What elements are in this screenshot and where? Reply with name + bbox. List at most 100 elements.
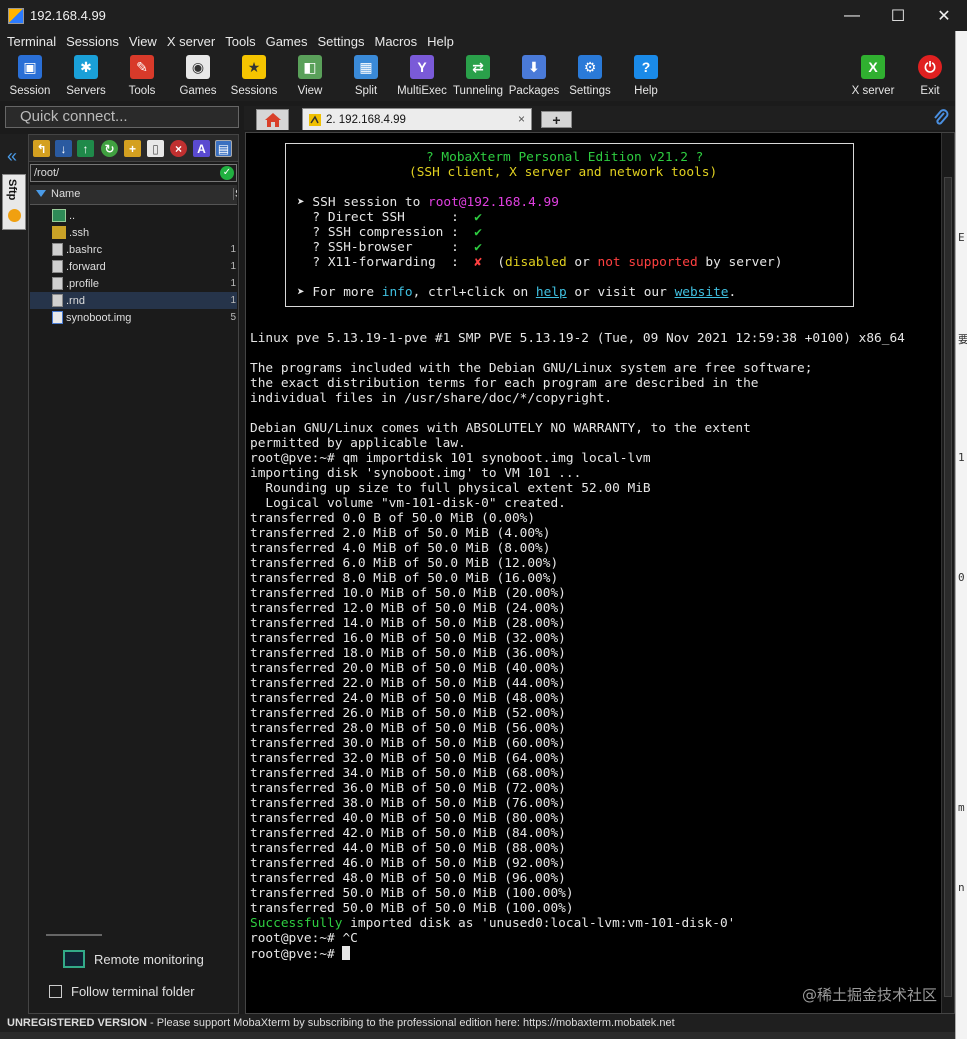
menu-games[interactable]: Games	[262, 34, 312, 49]
banner-info-line: ➤ For more info, ctrl+click on help or v…	[297, 285, 737, 300]
file-size: 1	[230, 278, 236, 289]
menu-settings[interactable]: Settings	[314, 34, 369, 49]
terminal-view[interactable]: ? MobaXterm Personal Edition v21.2 ? (SSH…	[245, 132, 955, 1014]
terminal-line: transferred 30.0 MiB of 50.0 MiB (60.00%…	[250, 736, 566, 751]
terminal-line: transferred 46.0 MiB of 50.0 MiB (92.00%…	[250, 856, 566, 871]
new-file-icon[interactable]: ▯	[147, 140, 164, 157]
delete-icon[interactable]: ×	[170, 140, 187, 157]
file-row[interactable]: .forward 1	[30, 258, 237, 275]
file-row[interactable]: .ssh	[30, 224, 237, 241]
remote-monitoring-button[interactable]: Remote monitoring	[63, 950, 204, 968]
close-button[interactable]: ✕	[921, 0, 967, 31]
toolbar-split-button[interactable]: ▦ Split	[338, 52, 394, 100]
toolbar-label: Sessions	[230, 85, 278, 97]
toolbar-tools-button[interactable]: ✎ Tools	[114, 52, 170, 100]
terminal-line: The programs included with the Debian GN…	[250, 361, 813, 376]
terminal-line: importing disk 'synoboot.img' to VM 101 …	[250, 466, 582, 481]
menu-help[interactable]: Help	[423, 34, 458, 49]
quick-connect-input[interactable]: Quick connect...	[5, 106, 239, 128]
file-size: 1	[230, 295, 236, 306]
file-list: .. .ssh .bashrc 1 .forward 1 .profile 1 .rnd 1 syn…	[30, 207, 237, 326]
toolbar-multiexec-button[interactable]: Y MultiExec	[394, 52, 450, 100]
upload-icon[interactable]: ↑	[77, 140, 94, 157]
follow-terminal-folder-checkbox[interactable]	[49, 985, 62, 998]
terminal-line: transferred 0.0 B of 50.0 MiB (0.00%)	[250, 511, 536, 526]
terminal-line: transferred 24.0 MiB of 50.0 MiB (48.00%…	[250, 691, 566, 706]
terminal-line: permitted by applicable law.	[250, 436, 466, 451]
toolbar-view-button[interactable]: ◧ View	[282, 52, 338, 100]
scrollbar-thumb[interactable]	[944, 177, 952, 997]
toolbar-exit-button[interactable]: ⏻ Exit	[902, 52, 958, 100]
tab-close-icon[interactable]: ×	[518, 112, 525, 126]
column-name[interactable]: Name	[51, 188, 80, 200]
new-tab-button[interactable]: +	[541, 111, 572, 128]
file-name: .rnd	[66, 294, 85, 307]
terminal-line: transferred 6.0 MiB of 50.0 MiB (12.00%)	[250, 556, 559, 571]
paperclip-icon[interactable]	[933, 109, 949, 132]
terminal-line: Linux pve 5.13.19-1-pve #1 SMP PVE 5.13.…	[250, 331, 905, 346]
terminal-line: transferred 38.0 MiB of 50.0 MiB (76.00%…	[250, 796, 566, 811]
background-text-fragment: 0	[958, 571, 965, 584]
toolbar-packages-button[interactable]: ⬇ Packages	[506, 52, 562, 100]
bottom-edge	[0, 1032, 955, 1039]
sort-arrow-icon[interactable]	[36, 190, 46, 197]
terminal-line: transferred 36.0 MiB of 50.0 MiB (72.00%…	[250, 781, 566, 796]
session-tabs-bar: 2. 192.168.4.99 × +	[244, 106, 955, 130]
collapse-sidebar-icon[interactable]: «	[7, 146, 17, 167]
toolbar-settings-button[interactable]: ⚙ Settings	[562, 52, 618, 100]
toolbar-x-server-button[interactable]: X X server	[845, 52, 901, 100]
new-folder-icon[interactable]: +	[124, 140, 141, 157]
sftp-orb-icon	[8, 209, 21, 222]
image-file-icon	[52, 311, 63, 324]
terminal-line: transferred 48.0 MiB of 50.0 MiB (96.00%…	[250, 871, 566, 886]
file-row[interactable]: .bashrc 1	[30, 241, 237, 258]
toolbar-games-button[interactable]: ◉ Games	[170, 52, 226, 100]
minimize-button[interactable]: —	[829, 0, 875, 31]
view-icon: ◧	[298, 55, 322, 79]
background-text-fragment: n	[958, 881, 965, 894]
menu-macros[interactable]: Macros	[370, 34, 421, 49]
maximize-button[interactable]: ☐	[875, 0, 921, 31]
banner-ssh-session: ➤ SSH session to root@192.168.4.99	[297, 195, 559, 210]
terminal-prompt-line: root@pve:~# ^C	[250, 931, 358, 946]
home-tab[interactable]	[256, 109, 289, 130]
terminal-line: transferred 26.0 MiB of 50.0 MiB (52.00%…	[250, 706, 566, 721]
file-name: .ssh	[69, 226, 90, 239]
toolbar-sessions-button[interactable]: ★ Sessions	[226, 52, 282, 100]
banner-check-line: ? SSH-browser : ✔	[297, 240, 482, 255]
menu-bar: Terminal Sessions View X server Tools Ga…	[0, 31, 955, 51]
parent-dir-icon	[52, 209, 66, 222]
tab-session-192-168-4-99[interactable]: 2. 192.168.4.99 ×	[302, 108, 532, 130]
toolbar-session-button[interactable]: ▣ Session	[2, 52, 58, 100]
follow-terminal-folder-toggle[interactable]: Follow terminal folder	[49, 984, 195, 999]
menu-view[interactable]: View	[125, 34, 161, 49]
refresh-icon[interactable]: ↻	[101, 140, 118, 157]
terminal-line: transferred 12.0 MiB of 50.0 MiB (24.00%…	[250, 601, 566, 616]
column-size[interactable]: S	[233, 188, 237, 200]
terminal-line: transferred 8.0 MiB of 50.0 MiB (16.00%)	[250, 571, 559, 586]
file-row[interactable]: synoboot.img 5	[30, 309, 237, 326]
menu-terminal[interactable]: Terminal	[3, 34, 60, 49]
sftp-path-input[interactable]: /root/ ✓	[30, 164, 237, 182]
file-row[interactable]: .rnd 1	[30, 292, 237, 309]
terminal-scrollbar[interactable]	[941, 133, 954, 1013]
path-ok-icon[interactable]: ✓	[220, 166, 234, 180]
games-icon: ◉	[186, 55, 210, 79]
menu-tools[interactable]: Tools	[221, 34, 259, 49]
view-mode-icon[interactable]: ▤	[215, 140, 232, 157]
toolbar-help-button[interactable]: ? Help	[618, 52, 674, 100]
tunneling-icon: ⇄	[466, 55, 490, 79]
rename-icon[interactable]: A	[193, 140, 210, 157]
toolbar-servers-button[interactable]: ✱ Servers	[58, 52, 114, 100]
menu-sessions[interactable]: Sessions	[62, 34, 123, 49]
download-icon[interactable]: ↓	[55, 140, 72, 157]
file-row[interactable]: .profile 1	[30, 275, 237, 292]
toolbar-tunneling-button[interactable]: ⇄ Tunneling	[450, 52, 506, 100]
sftp-side-tab[interactable]: Sftp	[2, 174, 26, 230]
file-row[interactable]: ..	[30, 207, 237, 224]
toolbar-label: View	[297, 85, 323, 97]
terminal-cursor	[342, 946, 351, 960]
session-icon: ▣	[18, 55, 42, 79]
parent-folder-icon[interactable]: ↰	[33, 140, 50, 157]
menu-x-server[interactable]: X server	[163, 34, 219, 49]
